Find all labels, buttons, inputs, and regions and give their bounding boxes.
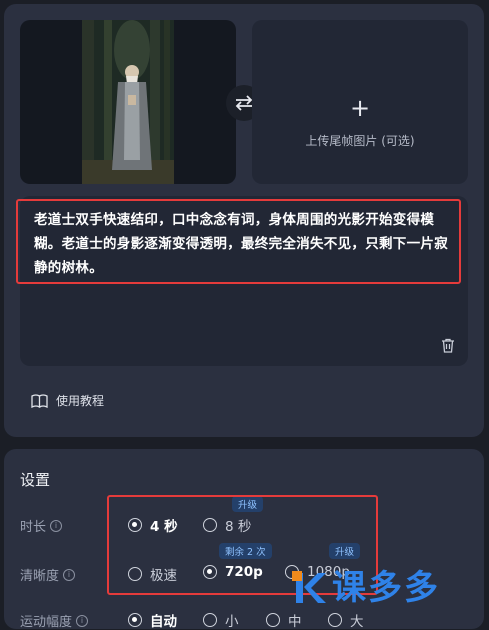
first-frame-image[interactable] bbox=[20, 20, 236, 184]
radio-unchecked bbox=[266, 613, 280, 627]
resolution-label: 清晰度 bbox=[20, 569, 60, 584]
duration-label-group: 时长 i bbox=[20, 516, 63, 535]
k-logo-icon bbox=[292, 570, 326, 603]
delete-prompt-button[interactable] bbox=[441, 338, 455, 357]
last-frame-upload[interactable]: + 上传尾帧图片 (可选) bbox=[252, 20, 468, 184]
motion-option-medium[interactable]: 中 bbox=[266, 610, 302, 630]
motion-option-auto[interactable]: 自动 bbox=[128, 610, 177, 630]
option-label: 小 bbox=[225, 614, 239, 630]
taoist-forest-image bbox=[82, 20, 174, 184]
motion-option-small[interactable]: 小 bbox=[203, 610, 239, 630]
watermark-logo: 课多多 bbox=[292, 560, 440, 609]
option-label: 自动 bbox=[150, 614, 177, 630]
motion-option-large[interactable]: 大 bbox=[328, 610, 364, 630]
motion-label-group: 运动幅度 i bbox=[20, 611, 89, 630]
motion-label: 运动幅度 bbox=[20, 615, 73, 630]
option-label: 大 bbox=[350, 614, 364, 630]
tutorial-link[interactable]: 使用教程 bbox=[31, 392, 104, 409]
radio-unchecked bbox=[328, 613, 342, 627]
radio-checked bbox=[128, 613, 142, 627]
resolution-label-group: 清晰度 i bbox=[20, 565, 76, 584]
info-icon: i bbox=[50, 519, 63, 532]
upload-last-frame-label: 上传尾帧图片 (可选) bbox=[305, 134, 415, 148]
settings-title: 设置 bbox=[20, 471, 51, 489]
plus-icon: + bbox=[349, 94, 371, 122]
tutorial-label: 使用教程 bbox=[56, 394, 105, 408]
watermark-text: 课多多 bbox=[332, 568, 440, 608]
duration-label: 时长 bbox=[20, 520, 47, 535]
info-icon: i bbox=[63, 568, 76, 581]
book-icon bbox=[31, 393, 48, 408]
option-label: 中 bbox=[288, 614, 302, 630]
prompt-highlight-box bbox=[16, 199, 461, 284]
trash-icon bbox=[442, 338, 454, 353]
info-icon: i bbox=[76, 614, 89, 627]
radio-unchecked bbox=[203, 613, 217, 627]
swap-icon bbox=[235, 95, 253, 111]
